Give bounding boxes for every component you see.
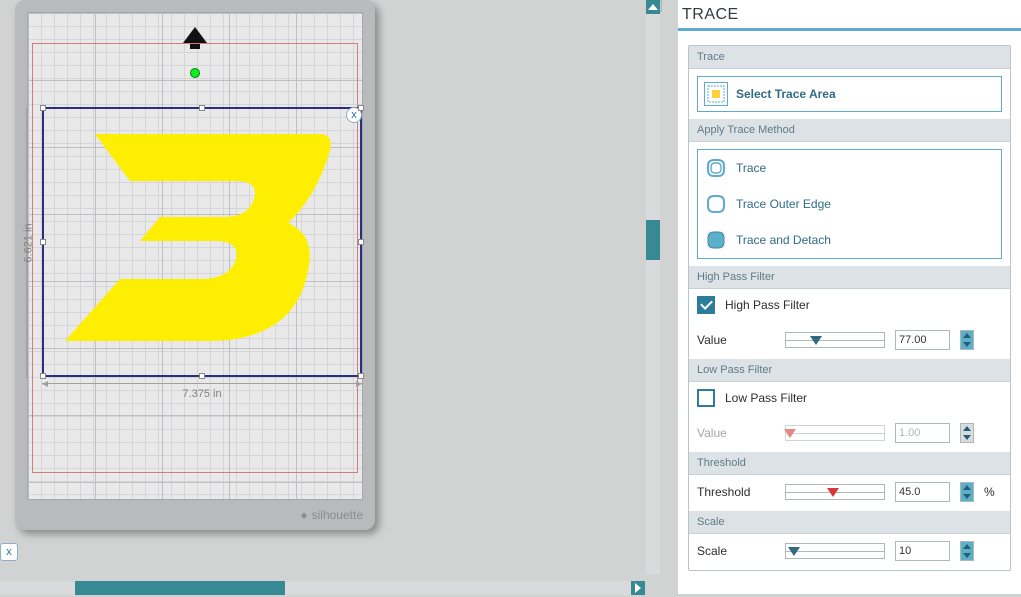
canvas-close-button[interactable]: x xyxy=(0,543,18,561)
canvas-vscroll[interactable] xyxy=(646,0,660,574)
resize-handle-tl[interactable] xyxy=(40,105,46,111)
hpf-value-input[interactable] xyxy=(895,330,950,350)
threshold-value-input[interactable] xyxy=(895,482,950,502)
section-header-lpf: Low Pass Filter xyxy=(689,359,1010,382)
design-canvas[interactable]: x 6.621 in 7.375 in xyxy=(0,0,660,597)
scale-slider[interactable] xyxy=(785,543,885,559)
trace-outer-icon xyxy=(704,192,728,216)
resize-handle-r[interactable] xyxy=(358,239,364,245)
resize-handle-t[interactable] xyxy=(199,105,205,111)
cutting-mat: x 6.621 in 7.375 in xyxy=(15,0,375,530)
scroll-up-icon[interactable] xyxy=(646,0,660,14)
section-header-trace: Trace xyxy=(689,46,1010,69)
traced-shape[interactable] xyxy=(50,129,340,349)
hpf-slider[interactable] xyxy=(785,332,885,348)
lpf-value-label: Value xyxy=(697,426,775,440)
lpf-stepper xyxy=(960,423,974,443)
method-trace-label: Trace xyxy=(736,161,766,175)
threshold-stepper[interactable] xyxy=(960,482,974,502)
rotate-handle[interactable] xyxy=(190,68,200,78)
height-dimension: 6.621 in xyxy=(26,108,36,378)
hpf-checkbox-label: High Pass Filter xyxy=(725,298,810,312)
lpf-checkbox[interactable] xyxy=(697,389,715,407)
select-trace-area-button[interactable]: Select Trace Area xyxy=(697,76,1002,112)
mat-brand-label: silhouette xyxy=(300,508,363,522)
resize-handle-bl[interactable] xyxy=(40,373,46,379)
trace-method-list: Trace Trace Outer Edge Trace and Detach xyxy=(697,149,1002,259)
method-trace-detach[interactable]: Trace and Detach xyxy=(698,222,1001,258)
lpf-value-input xyxy=(895,423,950,443)
hpf-stepper[interactable] xyxy=(960,330,974,350)
width-dimension-label: 7.375 in xyxy=(182,388,221,400)
scale-value-input[interactable] xyxy=(895,541,950,561)
lpf-checkbox-label: Low Pass Filter xyxy=(725,391,807,405)
method-trace-outer[interactable]: Trace Outer Edge xyxy=(698,186,1001,222)
resize-handle-b[interactable] xyxy=(199,373,205,379)
resize-handle-tr[interactable] xyxy=(358,105,364,111)
width-dimension: 7.375 in xyxy=(42,383,362,400)
trace-panel: TRACE Trace Select Trace Area Apply Trac… xyxy=(678,0,1021,594)
resize-handle-br[interactable] xyxy=(358,373,364,379)
threshold-suffix: % xyxy=(984,485,995,499)
trace-icon xyxy=(704,156,728,180)
section-header-apply-method: Apply Trace Method xyxy=(689,119,1010,142)
vscroll-thumb[interactable] xyxy=(646,220,660,260)
canvas-hscroll[interactable] xyxy=(0,581,645,595)
scale-label: Scale xyxy=(697,544,775,558)
height-dimension-label: 6.621 in xyxy=(23,223,35,262)
selection-box[interactable]: x xyxy=(42,107,362,377)
hpf-checkbox[interactable] xyxy=(697,296,715,314)
hpf-value-label: Value xyxy=(697,333,775,347)
section-header-threshold: Threshold xyxy=(689,452,1010,475)
method-trace-outer-label: Trace Outer Edge xyxy=(736,197,831,211)
resize-handle-l[interactable] xyxy=(40,239,46,245)
threshold-slider[interactable] xyxy=(785,484,885,500)
mat-grid: x 6.621 in 7.375 in xyxy=(27,12,363,500)
select-trace-area-label: Select Trace Area xyxy=(736,87,836,101)
scroll-right-icon[interactable] xyxy=(631,581,645,595)
trace-detach-icon xyxy=(704,228,728,252)
method-trace[interactable]: Trace xyxy=(698,150,1001,186)
threshold-label: Threshold xyxy=(697,485,775,499)
select-trace-area-icon xyxy=(704,82,728,106)
section-header-scale: Scale xyxy=(689,511,1010,534)
panel-body: Trace Select Trace Area Apply Trace Meth… xyxy=(688,45,1011,571)
section-header-hpf: High Pass Filter xyxy=(689,266,1010,289)
method-trace-detach-label: Trace and Detach xyxy=(736,233,831,247)
feed-direction-icon xyxy=(183,27,207,43)
lpf-slider xyxy=(785,425,885,441)
hscroll-thumb[interactable] xyxy=(75,581,285,595)
panel-title: TRACE xyxy=(678,0,1021,31)
scale-stepper[interactable] xyxy=(960,541,974,561)
